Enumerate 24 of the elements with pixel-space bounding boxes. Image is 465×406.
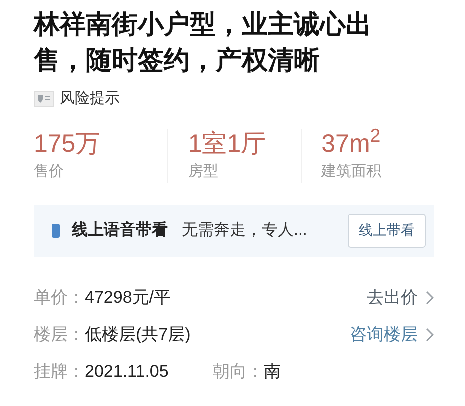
banner-title: 线上语音带看 [72, 220, 168, 240]
chevron-right-icon [426, 328, 434, 342]
stat-value: 175万 [34, 128, 102, 158]
shield-icon [34, 91, 54, 108]
stat-label: 售价 [34, 162, 65, 182]
detail-label: 朝向： [212, 360, 264, 383]
stat-value: 1室1厅 [188, 128, 268, 158]
listing-title: 林祥南街小户型，业主诚心出售，随时签约，产权清晰 [34, 8, 373, 77]
chevron-right-icon [426, 290, 434, 304]
stat-label: 建筑面积 [322, 162, 383, 182]
risk-notice-link[interactable]: 风险提示 [60, 88, 120, 110]
detail-label: 挂牌： [34, 360, 85, 383]
detail-value: 2021.11.05 [85, 360, 169, 383]
online-tour-button[interactable]: 线上带看 [348, 214, 426, 248]
detail-action-link[interactable]: 去出价 [367, 284, 434, 310]
stat-value: 37m$^{2}$ [322, 128, 382, 158]
detail-action-link[interactable]: 咨询楼层 [350, 322, 434, 348]
detail-value: 47298元/平 [85, 286, 171, 309]
detail-label: 单价： [34, 286, 85, 309]
stat-label: 房型 [188, 162, 220, 182]
detail-label: 楼层： [34, 324, 85, 346]
banner-description: 无需奔走，专人... [182, 220, 308, 240]
detail-value: 低楼层(共7层) [85, 324, 191, 346]
detail-value: 南 [264, 360, 281, 383]
